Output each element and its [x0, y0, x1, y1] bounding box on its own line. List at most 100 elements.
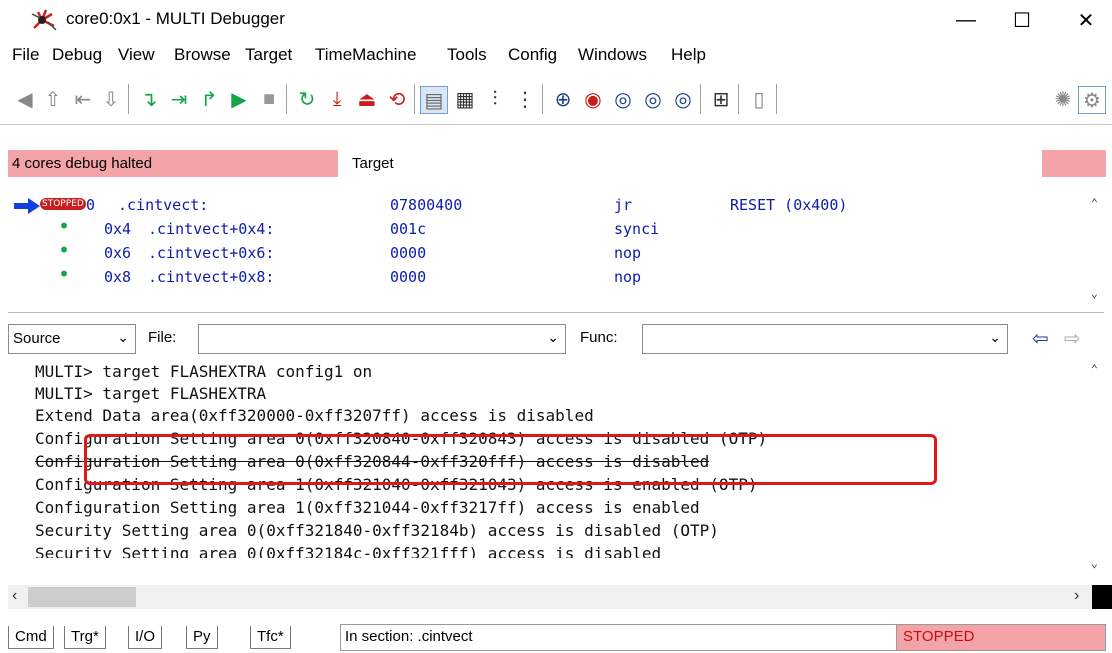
tab-io[interactable]: I/O	[128, 626, 163, 649]
console-line: Configuration Setting area 1(0xff321044-…	[35, 498, 700, 517]
step-into-icon[interactable]: ⇥	[166, 86, 192, 112]
menu-help[interactable]: Help	[671, 45, 706, 65]
scroll-left-icon[interactable]: ‹	[12, 587, 17, 605]
toolbar-separator	[542, 84, 543, 114]
section-info-field: In section: .cintvect	[340, 624, 898, 651]
code-hex: 0000	[390, 268, 427, 286]
maximize-button[interactable]: ☐	[996, 0, 1048, 40]
breakpoint-dot-icon[interactable]: •	[58, 262, 70, 286]
breakpoint-dot-icon[interactable]: •	[58, 214, 70, 238]
func-select[interactable]: ⌄	[642, 324, 1008, 354]
scroll-right-icon[interactable]: ›	[1074, 587, 1079, 605]
breakpoint-icon[interactable]: ✺	[1050, 86, 1076, 112]
scroll-up-icon[interactable]: ⌃	[1091, 362, 1098, 376]
corner-block	[1092, 585, 1112, 609]
cores-status-badge: 4 cores debug halted	[8, 150, 338, 177]
menu-tools[interactable]: Tools	[447, 45, 487, 65]
toolbar: ◀ ⇧ ⇤ ⇩ ↴ ⇥ ↱ ▶ ■ ↻ ⤓ ⏏ ⟲ ▤ ▦ ⫶ ⋮ ⊕ ◉ ◎ …	[0, 74, 1112, 125]
step-over-icon[interactable]: ↴	[136, 86, 162, 112]
menu-timemachine[interactable]: TimeMachine	[315, 45, 416, 65]
tab-tfc[interactable]: Tfc*	[250, 626, 291, 649]
return-icon[interactable]: ⇤	[70, 86, 96, 112]
menu-browse[interactable]: Browse	[174, 45, 231, 65]
console-line: Security Setting area 0(0xff32184c-0xff3…	[35, 544, 662, 558]
close-button[interactable]: ✕	[1060, 0, 1112, 40]
run-icon[interactable]: ▶	[226, 86, 252, 112]
step-out-icon[interactable]: ↱	[196, 86, 222, 112]
source-mode-select[interactable]: Source ⌄	[8, 324, 136, 354]
code-hex: 001c	[390, 220, 427, 238]
breakpoint-dot-icon[interactable]: •	[58, 238, 70, 262]
down-stack-icon[interactable]: ⇩	[98, 86, 124, 112]
highlight-annotation	[84, 434, 937, 485]
code-hex: 07800400	[390, 196, 463, 214]
options-icon[interactable]: ⚙	[1078, 86, 1106, 114]
code-offset: 0x6	[104, 244, 132, 262]
interleave-icon[interactable]: ⫶	[482, 86, 508, 112]
menu-target[interactable]: Target	[245, 45, 292, 65]
scrollbar-thumb[interactable]	[28, 587, 136, 607]
pc-arrow-icon	[14, 198, 40, 214]
flash-icon[interactable]: ⏏	[354, 86, 380, 112]
code-offset: 0	[86, 196, 96, 214]
tab-cmd[interactable]: Cmd	[8, 626, 54, 649]
up-stack-icon[interactable]: ⇧	[40, 86, 66, 112]
register-view-icon[interactable]: ◎	[640, 86, 666, 112]
menu-config[interactable]: Config	[508, 45, 557, 65]
file-select[interactable]: ⌄	[198, 324, 566, 354]
stack-view-icon[interactable]: ◉	[580, 86, 606, 112]
stopped-marker: STOPPED	[40, 198, 86, 210]
toolbar-separator	[738, 84, 739, 114]
source-mode-value: Source	[13, 330, 61, 347]
menu-view[interactable]: View	[118, 45, 155, 65]
code-offset: 0x4	[104, 220, 132, 238]
run-state-badge: STOPPED	[896, 624, 1106, 651]
multi-debugger-bug-icon	[31, 9, 57, 31]
horizontal-scrollbar[interactable]: ‹ ›	[8, 585, 1104, 609]
halt-icon[interactable]: ■	[256, 86, 282, 112]
source-mode-icon[interactable]: ▤	[420, 86, 448, 114]
code-row[interactable]: STOPPED 0 .cintvect: 07800400 jr RESET (…	[8, 196, 1078, 218]
toolbar-separator	[700, 84, 701, 114]
connect-icon[interactable]: ⊞	[708, 86, 734, 112]
toolbar-separator	[776, 84, 777, 114]
menu-file[interactable]: File	[12, 45, 39, 65]
code-row[interactable]: • 0x4 .cintvect+0x4: 001c synci	[8, 214, 1078, 242]
menu-debug[interactable]: Debug	[52, 45, 102, 65]
scroll-down-icon[interactable]: ⌄	[1091, 286, 1098, 300]
scroll-down-icon[interactable]: ⌄	[1091, 556, 1098, 570]
tab-py[interactable]: Py	[186, 626, 218, 649]
code-mnemonic: nop	[614, 268, 642, 286]
target-status-label: Target	[352, 155, 394, 172]
scroll-up-icon[interactable]: ⌃	[1091, 196, 1098, 210]
disassembly-pane[interactable]: STOPPED 0 .cintvect: 07800400 jr RESET (…	[8, 178, 1104, 313]
mixed-mode-icon[interactable]: ⋮	[512, 86, 538, 112]
navigate-back-icon[interactable]: ⇦	[1032, 326, 1049, 351]
code-mnemonic: nop	[614, 244, 642, 262]
zoom-icon[interactable]: ⊕	[550, 86, 576, 112]
assembly-mode-icon[interactable]: ▦	[452, 86, 478, 112]
chevron-down-icon: ⌄	[989, 329, 1001, 345]
menu-windows[interactable]: Windows	[578, 45, 647, 65]
code-row[interactable]: • 0x6 .cintvect+0x6: 0000 nop	[8, 238, 1078, 266]
notes-icon[interactable]: ▯	[746, 86, 772, 112]
memory-view-icon[interactable]: ◎	[610, 86, 636, 112]
code-label: .cintvect+0x4:	[148, 220, 275, 238]
navigate-forward-icon[interactable]: ⇨	[1064, 326, 1081, 351]
code-row[interactable]: • 0x8 .cintvect+0x8: 0000 nop	[8, 262, 1078, 290]
restart-icon[interactable]: ↻	[294, 86, 320, 112]
download-icon[interactable]: ⤓	[324, 86, 350, 112]
watch-view-icon[interactable]: ◎	[670, 86, 696, 112]
menu-bar: File Debug View Browse Target TimeMachin…	[0, 42, 1112, 72]
reload-icon[interactable]: ⟲	[384, 86, 410, 112]
chevron-down-icon: ⌄	[547, 329, 559, 345]
console-line: MULTI> target FLASHEXTRA config1 on	[35, 362, 373, 381]
code-mnemonic: jr	[614, 196, 633, 214]
back-icon[interactable]: ◀	[12, 86, 38, 112]
tab-trg[interactable]: Trg*	[64, 626, 106, 649]
minimize-button[interactable]: —	[940, 0, 992, 40]
cores-status-text: 4 cores debug halted	[12, 155, 153, 172]
run-state-text: STOPPED	[903, 628, 975, 645]
func-label: Func:	[580, 329, 618, 346]
code-operand: RESET (0x400)	[730, 196, 848, 214]
